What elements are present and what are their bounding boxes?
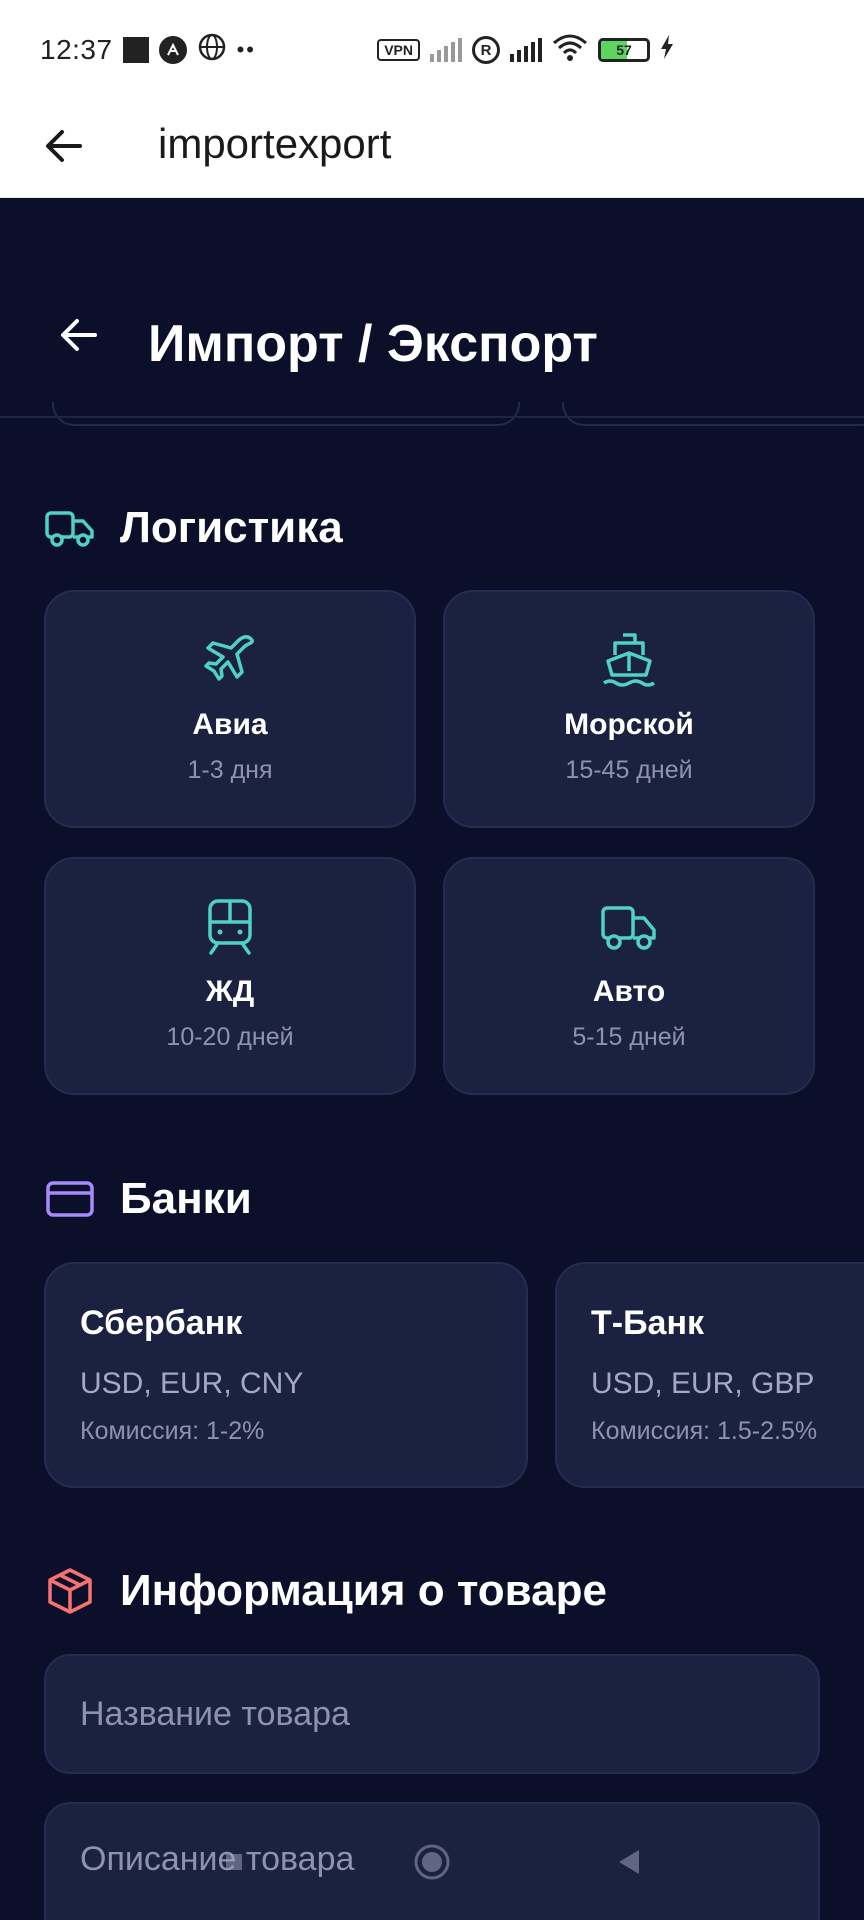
logistics-section-title: Логистика	[44, 502, 343, 554]
transport-name: Авиа	[192, 708, 268, 741]
battery-icon: 57	[598, 38, 650, 62]
section-label: Информация о товаре	[120, 1566, 607, 1615]
transport-card-rail[interactable]: ЖД 10-20 дней	[44, 857, 416, 1095]
status-time: 12:37	[40, 34, 113, 65]
transport-time: 5-15 дней	[572, 1023, 686, 1051]
transport-card-air[interactable]: Авиа 1-3 дня	[44, 590, 416, 828]
page-back-button[interactable]	[54, 310, 104, 360]
product-name-input[interactable]: Название товара	[44, 1654, 820, 1774]
transport-card-auto[interactable]: Авто 5-15 дней	[443, 857, 815, 1095]
ship-icon	[599, 630, 659, 690]
arrow-left-icon	[61, 319, 97, 351]
app-title: importexport	[158, 120, 392, 167]
signal-1-icon	[430, 38, 462, 62]
scrolled-card-edge	[562, 402, 864, 426]
wifi-icon	[552, 33, 588, 67]
bank-fee: Комиссия: 1-2%	[80, 1417, 265, 1445]
train-icon	[200, 897, 260, 957]
page-title: Импорт / Экспорт	[148, 315, 598, 373]
signal-2-icon	[510, 38, 542, 62]
bank-card-tbank[interactable]: Т-Банк USD, EUR, GBP Комиссия: 1.5-2.5%	[555, 1262, 864, 1488]
bank-currencies: USD, EUR, CNY	[80, 1367, 304, 1400]
nav-recents-button[interactable]	[214, 1842, 254, 1882]
scrolled-card-edge	[52, 402, 520, 426]
bank-currencies: USD, EUR, GBP	[591, 1367, 815, 1400]
nav-back-button[interactable]	[610, 1842, 650, 1882]
plane-icon	[200, 630, 260, 690]
nav-home-button[interactable]	[412, 1842, 452, 1882]
product-section-title: Информация о товаре	[44, 1565, 607, 1617]
truck-icon	[44, 502, 96, 554]
notification-square-icon	[122, 37, 149, 63]
input-placeholder: Название товара	[80, 1694, 350, 1733]
transport-card-sea[interactable]: Морской 15-45 дней	[443, 590, 815, 828]
bank-name: Сбербанк	[80, 1304, 243, 1342]
section-label: Банки	[120, 1174, 252, 1223]
bank-card-sberbank[interactable]: Сбербанк USD, EUR, CNY Комиссия: 1-2%	[44, 1262, 528, 1488]
transport-name: Авто	[592, 975, 666, 1008]
bank-name: Т-Банк	[591, 1304, 704, 1342]
back-button[interactable]	[40, 122, 88, 170]
section-label: Логистика	[120, 503, 343, 552]
transport-name: ЖД	[205, 975, 255, 1008]
vpn-icon: VPN	[377, 39, 420, 61]
globe-icon	[197, 32, 227, 69]
square-icon	[226, 1854, 242, 1870]
truck-icon	[599, 897, 659, 957]
credit-card-icon	[44, 1173, 96, 1225]
charging-icon	[660, 35, 674, 65]
circle-icon	[414, 1844, 450, 1880]
app-notification-icon	[158, 36, 187, 64]
package-icon	[44, 1565, 96, 1617]
bank-fee: Комиссия: 1.5-2.5%	[591, 1417, 818, 1445]
status-bar: 12:37 •• VPN R 57	[0, 0, 864, 100]
transport-name: Морской	[564, 708, 694, 741]
triangle-back-icon	[619, 1850, 639, 1874]
header-divider	[0, 416, 864, 418]
page-header: Импорт / Экспорт	[0, 198, 864, 418]
roaming-icon: R	[472, 36, 500, 64]
transport-time: 10-20 дней	[166, 1023, 294, 1051]
transport-time: 1-3 дня	[187, 756, 273, 784]
arrow-left-icon	[46, 130, 82, 162]
banks-section-title: Банки	[44, 1173, 252, 1225]
transport-time: 15-45 дней	[565, 756, 693, 784]
app-bar: importexport	[0, 100, 864, 198]
more-notifications-icon: ••	[236, 37, 256, 62]
